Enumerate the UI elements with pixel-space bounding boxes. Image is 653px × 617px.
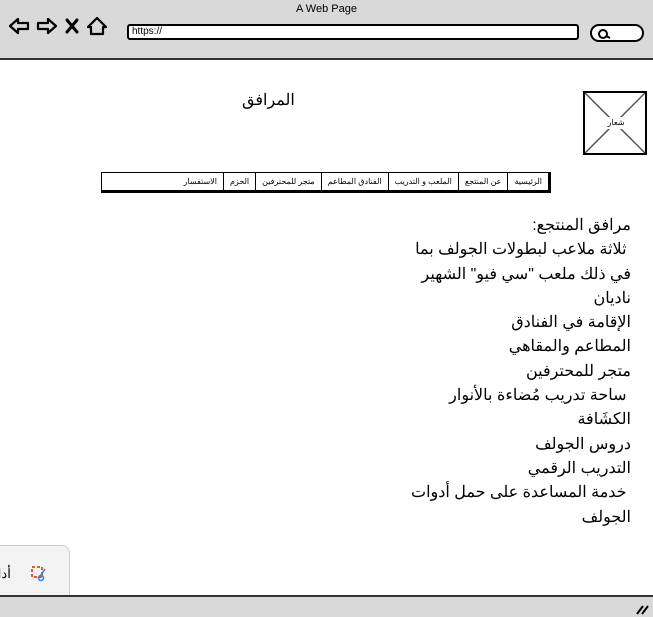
url-input[interactable]: https:// [127, 24, 579, 40]
list-item: الكشَافة [577, 411, 631, 429]
list-item: دروس الجولف [535, 435, 631, 453]
tool-label: أداة [0, 566, 11, 581]
home-icon[interactable] [86, 16, 108, 36]
browser-chrome: A Web Page https:// [0, 0, 653, 60]
window-title: A Web Page [296, 3, 357, 15]
resize-grip-icon[interactable] [635, 603, 649, 615]
nav-item-proshop[interactable]: متجر للمحترفين [255, 173, 321, 190]
nav-item-about[interactable]: عن المنتجع [457, 173, 508, 190]
nav-item-packages[interactable]: الحزم [222, 173, 255, 190]
forward-arrow-icon[interactable] [36, 16, 58, 36]
list-item: الجولف [581, 508, 631, 526]
nav-item-home[interactable]: الرئيسية [507, 173, 548, 190]
list-item: التدريب الرقمي [527, 459, 631, 477]
list-item: في ذلك ملعب "سي فيو" الشهير [421, 265, 631, 283]
nav-item-hotels[interactable]: الفنادق المطاعم [320, 173, 388, 190]
page-title: المرافق [242, 92, 295, 109]
logo: شعار [583, 91, 647, 155]
browser-nav-icons [8, 16, 108, 36]
list-item: ساحة تدريب مُضاءة بالأنوار [449, 387, 631, 405]
search-icon [598, 29, 611, 39]
facilities-list: مرافق المنتجع: ثلاثة ملاعب لبطولات الجول… [371, 214, 631, 530]
snipping-tool-icon [31, 566, 46, 582]
logo-label: شعار [603, 117, 629, 129]
main-nav: الرئيسية عن المنتجع الملعب و التدريب الف… [101, 172, 551, 193]
search-button[interactable] [590, 24, 644, 42]
list-item: متجر للمحترفين [525, 362, 631, 380]
list-item: الإقامة في الفنادق [511, 314, 631, 332]
close-x-icon[interactable] [64, 16, 80, 36]
list-item: ثلاثة ملاعب لبطولات الجولف بما [415, 241, 631, 259]
list-item: المطاعم والمقاهي [508, 338, 631, 356]
list-item: خدمة المساعدة على حمل أدوات [411, 484, 631, 502]
back-arrow-icon[interactable] [8, 16, 30, 36]
facilities-title: مرافق المنتجع: [532, 217, 631, 234]
nav-item-course[interactable]: الملعب و التدريب [387, 173, 458, 190]
list-item: ناديان [593, 289, 631, 307]
status-bar [0, 595, 653, 617]
nav-item-inquiry[interactable]: الاستفسار [178, 173, 223, 190]
